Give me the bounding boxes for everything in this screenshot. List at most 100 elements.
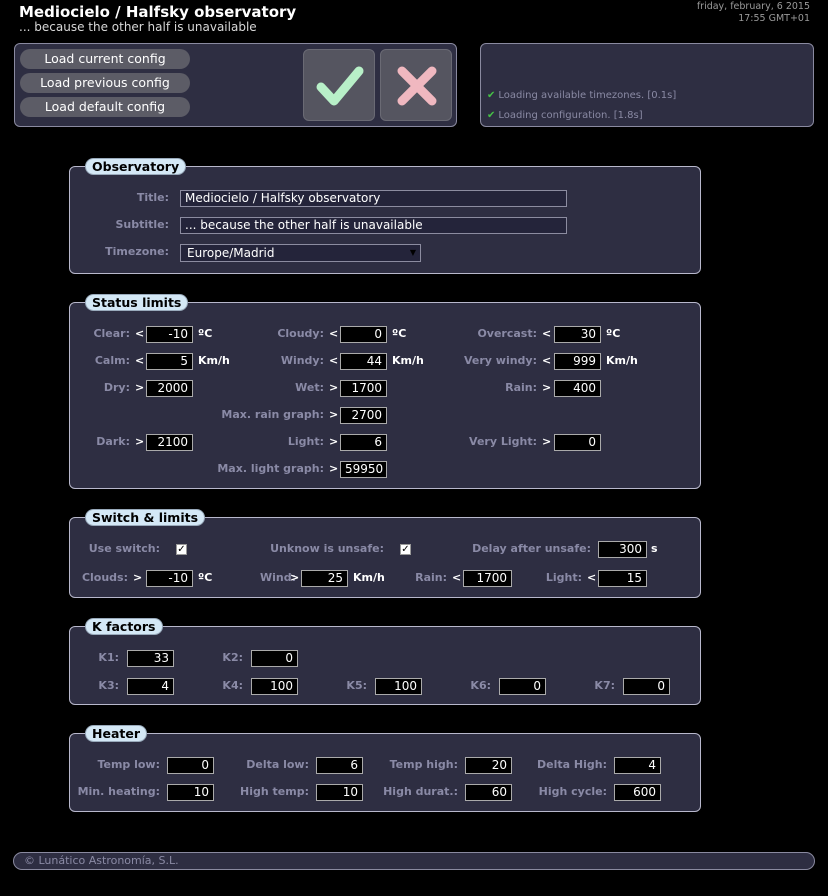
operator: < bbox=[452, 571, 462, 584]
clouds-input[interactable]: -10 bbox=[146, 570, 193, 587]
rain-input[interactable]: 1700 bbox=[463, 570, 512, 587]
high-temp-label: High temp: bbox=[240, 785, 309, 798]
rain-input[interactable]: 400 bbox=[554, 380, 601, 397]
delta-high-input[interactable]: 4 bbox=[614, 757, 661, 774]
section-legend: Switch & limits bbox=[85, 509, 206, 526]
k4-input[interactable]: 100 bbox=[251, 678, 298, 695]
max-light-graph-input[interactable]: 59950 bbox=[340, 461, 387, 478]
unit: Km/h bbox=[198, 354, 230, 367]
max-light-graph-label: Max. light graph: bbox=[217, 462, 324, 475]
k5-label: K5: bbox=[346, 679, 367, 692]
delta-high-label: Delta High: bbox=[537, 758, 607, 771]
rain-label: Rain: bbox=[415, 571, 447, 584]
operator: > bbox=[329, 381, 339, 394]
accept-button[interactable] bbox=[303, 49, 375, 121]
high-durat-label: High durat.: bbox=[383, 785, 458, 798]
operator: > bbox=[135, 435, 145, 448]
high-cycle-label: High cycle: bbox=[538, 785, 607, 798]
use-switch-label: Use switch: bbox=[88, 542, 160, 555]
heater-section: Heater Temp low: 0 Delta low: 6 Temp hig… bbox=[69, 725, 701, 812]
operator: < bbox=[587, 571, 597, 584]
k7-input[interactable]: 0 bbox=[623, 678, 670, 695]
overcast-input[interactable]: 30 bbox=[554, 326, 601, 343]
switch-limits-section: Switch & limits Use switch: ✓ Unknow is … bbox=[69, 509, 701, 598]
operator: > bbox=[542, 381, 552, 394]
use-switch-checkbox[interactable]: ✓ bbox=[176, 544, 187, 555]
very-light-input[interactable]: 0 bbox=[554, 434, 601, 451]
k3-input[interactable]: 4 bbox=[127, 678, 174, 695]
dry-label: Dry: bbox=[103, 381, 130, 394]
subtitle-label: Subtitle: bbox=[115, 218, 169, 231]
dry-input[interactable]: 2000 bbox=[146, 380, 193, 397]
load-previous-config-button[interactable]: Load previous config bbox=[20, 73, 190, 93]
k2-input[interactable]: 0 bbox=[251, 650, 298, 667]
cloudy-input[interactable]: 0 bbox=[340, 326, 387, 343]
load-default-config-button[interactable]: Load default config bbox=[20, 97, 190, 117]
operator: < bbox=[135, 354, 145, 367]
delta-low-input[interactable]: 6 bbox=[316, 757, 363, 774]
config-panel: Load current config Load previous config… bbox=[14, 43, 457, 127]
load-current-config-button[interactable]: Load current config bbox=[20, 49, 190, 69]
very-windy-label: Very windy: bbox=[463, 354, 537, 367]
overcast-label: Overcast: bbox=[477, 327, 537, 340]
max-rain-graph-input[interactable]: 2700 bbox=[340, 407, 387, 424]
cancel-button[interactable] bbox=[380, 49, 452, 121]
dark-label: Dark: bbox=[96, 435, 130, 448]
k6-label: K6: bbox=[470, 679, 491, 692]
title-label: Title: bbox=[136, 191, 169, 204]
light-label: Light: bbox=[545, 571, 582, 584]
k5-input[interactable]: 100 bbox=[375, 678, 422, 695]
operator: > bbox=[329, 462, 339, 475]
section-legend: K factors bbox=[85, 618, 163, 635]
log-line: ✔ Loading configuration. [1.8s] bbox=[487, 110, 643, 121]
observatory-section: Observatory Title: Mediocielo / Halfsky … bbox=[69, 158, 701, 274]
clear-input[interactable]: -10 bbox=[146, 326, 193, 343]
wet-input[interactable]: 1700 bbox=[340, 380, 387, 397]
clear-label: Clear: bbox=[93, 327, 130, 340]
high-durat-input[interactable]: 60 bbox=[465, 784, 512, 801]
date-text: friday, february, 6 2015 bbox=[696, 1, 810, 12]
temp-low-input[interactable]: 0 bbox=[167, 757, 214, 774]
operator: > bbox=[135, 381, 145, 394]
status-limits-section: Status limits Clear: < -10 ºC Cloudy: < … bbox=[69, 294, 701, 489]
delta-low-label: Delta low: bbox=[246, 758, 309, 771]
delay-after-unsafe-input[interactable]: 300 bbox=[598, 541, 647, 558]
dark-input[interactable]: 2100 bbox=[146, 434, 193, 451]
very-windy-input[interactable]: 999 bbox=[554, 353, 601, 370]
operator: < bbox=[135, 327, 145, 340]
k3-label: K3: bbox=[98, 679, 119, 692]
k1-input[interactable]: 33 bbox=[127, 650, 174, 667]
delay-after-unsafe-label: Delay after unsafe: bbox=[472, 542, 591, 555]
min-heating-input[interactable]: 10 bbox=[167, 784, 214, 801]
k1-label: K1: bbox=[98, 651, 119, 664]
operator: < bbox=[542, 354, 552, 367]
wind-input[interactable]: 25 bbox=[301, 570, 348, 587]
rain-label: Rain: bbox=[505, 381, 537, 394]
section-legend: Heater bbox=[85, 725, 147, 742]
min-heating-label: Min. heating: bbox=[77, 785, 160, 798]
check-icon bbox=[316, 66, 364, 106]
subtitle-input[interactable]: ... because the other half is unavailabl… bbox=[180, 217, 567, 234]
high-temp-input[interactable]: 10 bbox=[316, 784, 363, 801]
unknow-unsafe-checkbox[interactable]: ✓ bbox=[400, 544, 411, 555]
operator: > bbox=[133, 571, 143, 584]
windy-input[interactable]: 44 bbox=[340, 353, 387, 370]
unknow-unsafe-label: Unknow is unsafe: bbox=[270, 542, 384, 555]
k6-input[interactable]: 0 bbox=[499, 678, 546, 695]
max-rain-graph-label: Max. rain graph: bbox=[221, 408, 324, 421]
high-cycle-input[interactable]: 600 bbox=[614, 784, 661, 801]
cross-icon bbox=[397, 66, 437, 106]
timezone-select[interactable]: Europe/Madrid ▼ bbox=[180, 244, 421, 262]
calm-input[interactable]: 5 bbox=[146, 353, 193, 370]
light-input[interactable]: 15 bbox=[598, 570, 647, 587]
operator: > bbox=[329, 435, 339, 448]
temp-high-input[interactable]: 20 bbox=[465, 757, 512, 774]
operator: < bbox=[329, 354, 339, 367]
title-input[interactable]: Mediocielo / Halfsky observatory bbox=[180, 190, 567, 207]
page-subtitle: ... because the other half is unavailabl… bbox=[19, 20, 257, 34]
windy-label: Windy: bbox=[280, 354, 324, 367]
unit: ºC bbox=[198, 571, 213, 584]
light-label: Light: bbox=[287, 435, 324, 448]
light-input[interactable]: 6 bbox=[340, 434, 387, 451]
dropdown-arrow-icon: ▼ bbox=[409, 248, 416, 257]
